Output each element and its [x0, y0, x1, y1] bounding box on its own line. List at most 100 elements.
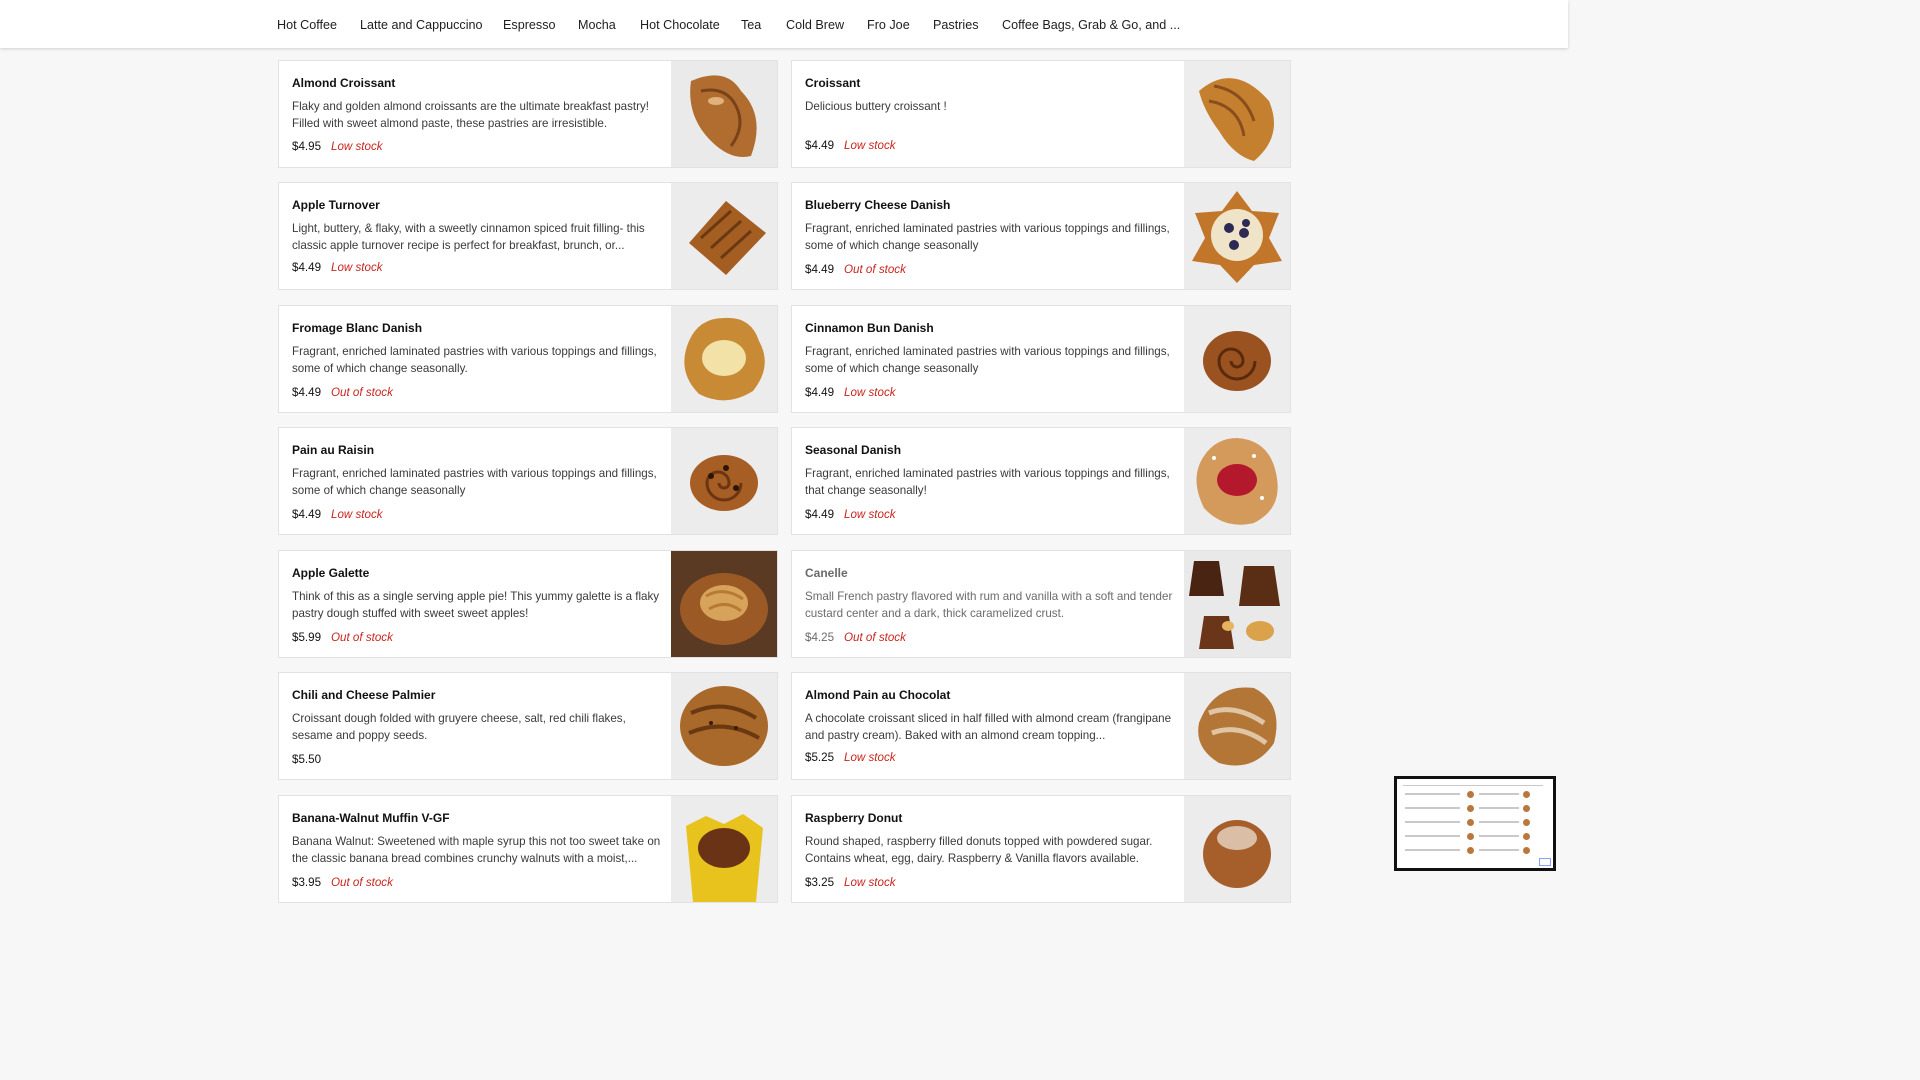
stock-status: Low stock — [331, 508, 383, 521]
page-minimap[interactable] — [1394, 776, 1556, 871]
cinnamon-bun-image — [1184, 306, 1290, 412]
minimap-thumb — [1467, 847, 1474, 854]
product-description: Croissant dough folded with gruyere chee… — [292, 712, 626, 742]
product-name: Croissant — [805, 76, 861, 90]
product-price-line: $5.25 Low stock — [805, 751, 896, 764]
seasonal-danish-image — [1184, 428, 1290, 534]
stock-status: Low stock — [844, 139, 896, 152]
product-price: $4.49 — [805, 263, 835, 276]
product-price-line: $3.25 Low stock — [805, 876, 896, 889]
product-price: $3.25 — [805, 876, 835, 889]
product-card[interactable]: Apple Turnover Light, buttery, & flaky, … — [278, 182, 778, 290]
almond-croissant-image — [671, 61, 777, 167]
minimap-thumb — [1523, 791, 1530, 798]
product-price-line: $4.49 Low stock — [292, 508, 383, 521]
product-price-line: $3.95 Out of stock — [292, 876, 393, 889]
fromage-blanc-danish-image — [671, 306, 777, 412]
stock-status: Out of stock — [331, 386, 393, 399]
stock-status: Out of stock — [844, 631, 906, 644]
muffin-image — [671, 796, 777, 902]
product-card[interactable]: Pain au Raisin Fragrant, enriched lamina… — [278, 427, 778, 535]
product-name: Banana-Walnut Muffin V-GF — [292, 811, 450, 825]
category-cold-brew[interactable]: Cold Brew — [786, 17, 844, 33]
product-name: Raspberry Donut — [805, 811, 903, 825]
product-price: $4.25 — [805, 631, 835, 644]
product-price: $4.49 — [292, 261, 322, 274]
canelle-image — [1184, 551, 1290, 657]
minimap-line — [1479, 849, 1519, 851]
raspberry-donut-image — [1184, 796, 1290, 902]
product-price: $5.50 — [292, 753, 322, 766]
product-description: Think of this as a single serving apple … — [292, 590, 660, 620]
product-card[interactable]: Croissant Delicious buttery croissant ! … — [791, 60, 1291, 168]
product-price-line: $4.49 Low stock — [292, 261, 383, 274]
product-price-line: $4.49 Low stock — [805, 508, 896, 521]
minimap-thumb — [1523, 819, 1530, 826]
product-name: Canelle — [805, 566, 848, 580]
product-price: $4.49 — [805, 139, 835, 152]
minimap-line — [1479, 821, 1519, 823]
product-price: $4.95 — [292, 140, 322, 153]
category-latte-cappuccino[interactable]: Latte and Cappuccino — [360, 17, 483, 33]
product-price: $4.49 — [292, 508, 322, 521]
product-price-line: $4.49 Out of stock — [292, 386, 393, 399]
minimap-line — [1479, 807, 1519, 809]
product-card[interactable]: Almond Pain au Chocolat A chocolate croi… — [791, 672, 1291, 780]
product-card[interactable]: Canelle Small French pastry flavored wit… — [791, 550, 1291, 658]
stock-status: Low stock — [331, 261, 383, 274]
category-nav: Hot Coffee Latte and Cappuccino Espresso… — [0, 0, 1568, 48]
product-card[interactable]: Cinnamon Bun Danish Fragrant, enriched l… — [791, 305, 1291, 413]
product-card[interactable]: Chili and Cheese Palmier Croissant dough… — [278, 672, 778, 780]
minimap-thumb — [1467, 791, 1474, 798]
category-hot-chocolate[interactable]: Hot Chocolate — [640, 17, 720, 33]
palmier-image — [671, 673, 777, 779]
product-price-line: $4.49 Low stock — [805, 386, 896, 399]
category-coffee-bags[interactable]: Coffee Bags, Grab & Go, and ... — [1002, 17, 1180, 33]
product-description: Fragrant, enriched laminated pastries wi… — [805, 345, 1170, 375]
product-price-line: $4.49 Low stock — [805, 139, 896, 152]
minimap-viewport-indicator — [1539, 858, 1551, 866]
product-name: Cinnamon Bun Danish — [805, 321, 934, 335]
minimap-line — [1479, 835, 1519, 837]
minimap-thumb — [1467, 805, 1474, 812]
product-card[interactable]: Blueberry Cheese Danish Fragrant, enrich… — [791, 182, 1291, 290]
product-description: Fragrant, enriched laminated pastries wi… — [292, 345, 657, 375]
stock-status: Low stock — [844, 386, 896, 399]
stock-status: Out of stock — [844, 263, 906, 276]
minimap-thumb — [1467, 833, 1474, 840]
product-description: Fragrant, enriched laminated pastries wi… — [292, 467, 657, 497]
stock-status: Out of stock — [331, 631, 393, 644]
category-tea[interactable]: Tea — [741, 17, 761, 33]
product-card[interactable]: Banana-Walnut Muffin V-GF Banana Walnut:… — [278, 795, 778, 903]
product-card[interactable]: Raspberry Donut Round shaped, raspberry … — [791, 795, 1291, 903]
product-card[interactable]: Seasonal Danish Fragrant, enriched lamin… — [791, 427, 1291, 535]
minimap-line — [1405, 807, 1460, 809]
category-pastries[interactable]: Pastries — [933, 17, 979, 33]
pain-au-raisin-image — [671, 428, 777, 534]
category-espresso[interactable]: Espresso — [503, 17, 556, 33]
stock-status: Low stock — [844, 508, 896, 521]
product-name: Seasonal Danish — [805, 443, 902, 457]
category-fro-joe[interactable]: Fro Joe — [867, 17, 910, 33]
minimap-line — [1405, 849, 1460, 851]
apple-galette-image — [671, 551, 777, 657]
product-description: A chocolate croissant sliced in half fil… — [805, 712, 1172, 742]
category-hot-coffee[interactable]: Hot Coffee — [277, 17, 337, 33]
product-description: Flaky and golden almond croissants are t… — [292, 100, 650, 130]
minimap-line — [1405, 821, 1460, 823]
stock-status: Low stock — [844, 876, 896, 889]
product-card[interactable]: Apple Galette Think of this as a single … — [278, 550, 778, 658]
product-card[interactable]: Almond Croissant Flaky and golden almond… — [278, 60, 778, 168]
product-name: Chili and Cheese Palmier — [292, 688, 436, 702]
minimap-thumb — [1523, 847, 1530, 854]
category-mocha[interactable]: Mocha — [578, 17, 616, 33]
product-name: Blueberry Cheese Danish — [805, 198, 951, 212]
stock-status: Low stock — [844, 751, 896, 764]
product-name: Almond Pain au Chocolat — [805, 688, 951, 702]
croissant-image — [1184, 61, 1290, 167]
apple-turnover-image — [671, 183, 777, 289]
product-card[interactable]: Fromage Blanc Danish Fragrant, enriched … — [278, 305, 778, 413]
product-description: Banana Walnut: Sweetened with maple syru… — [292, 835, 661, 865]
stock-status: Low stock — [331, 140, 383, 153]
minimap-thumb — [1523, 833, 1530, 840]
